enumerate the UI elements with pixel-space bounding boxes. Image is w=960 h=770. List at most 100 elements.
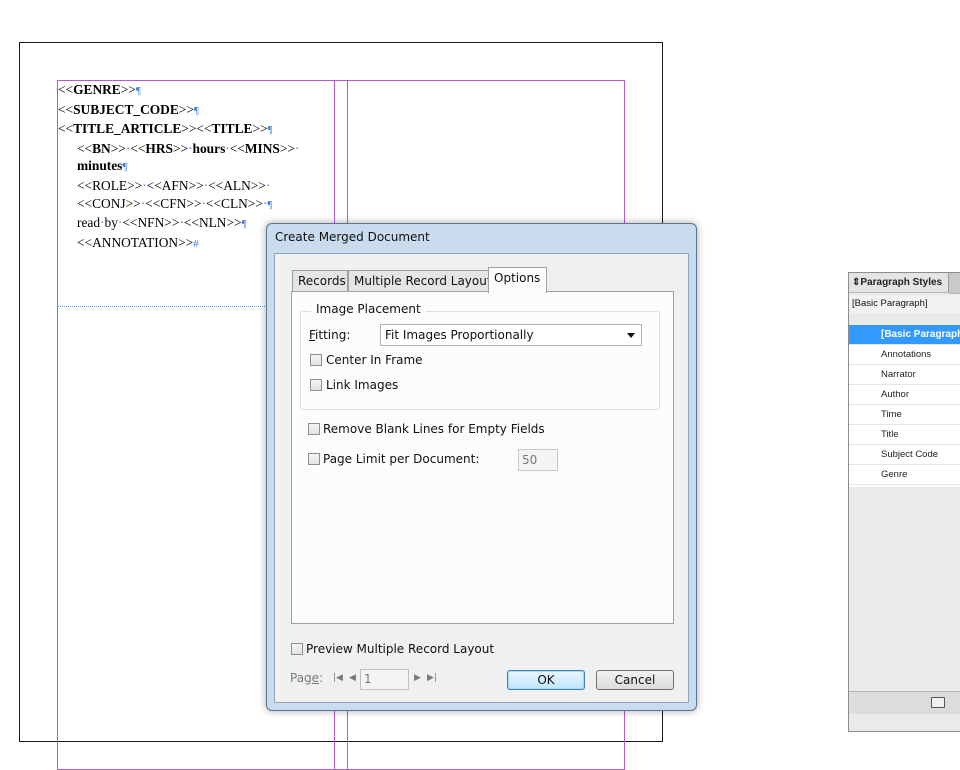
- text-run: MINS: [244, 140, 280, 156]
- panel-footer: [849, 691, 960, 714]
- style-item[interactable]: Author: [849, 385, 960, 405]
- tab-records[interactable]: Records: [292, 270, 348, 292]
- style-item[interactable]: Annotations: [849, 345, 960, 365]
- link-images-label: Link Images: [326, 378, 399, 392]
- text-run: <<ALN>>: [208, 177, 266, 193]
- text-run: >>: [172, 140, 189, 156]
- fitting-select[interactable]: Fit Images Proportionally: [380, 324, 642, 346]
- text-run: >>: [110, 140, 126, 156]
- current-style-label: [Basic Paragraph]: [849, 295, 960, 313]
- pilcrow-marker: ¶: [193, 104, 199, 117]
- folder-icon[interactable]: [931, 697, 945, 708]
- style-item[interactable]: [Basic Paragraph]: [849, 325, 960, 345]
- style-item[interactable]: Time: [849, 405, 960, 425]
- style-item[interactable]: Subject Code: [849, 445, 960, 465]
- pilcrow-marker: ¶: [267, 198, 273, 211]
- text-run: >>: [252, 121, 268, 137]
- panel-title: Paragraph Styles: [860, 277, 943, 288]
- image-placement-group: Image Placement Fitting: Fit Images Prop…: [300, 302, 660, 410]
- text-run: BN: [92, 140, 111, 156]
- text-run: read: [77, 215, 101, 231]
- panel-tabbar: [949, 273, 960, 294]
- text-run: minutes: [77, 158, 123, 174]
- text-run: SUBJECT_CODE: [73, 101, 179, 117]
- space-marker: ·: [265, 177, 271, 193]
- style-list: [Basic Paragraph] Annotations Narrator Auth…: [849, 325, 960, 487]
- text-run: <<: [130, 140, 146, 156]
- options-tab-panel: Image Placement Fitting: Fit Images Prop…: [291, 291, 674, 624]
- text-run: <<: [58, 82, 74, 97]
- page-limit-checkbox[interactable]: [308, 453, 320, 465]
- text-line: <<CONJ>>·<<CFN>>·<<CLN>>·¶: [58, 195, 338, 215]
- dialog-title: Create Merged Document: [275, 230, 430, 244]
- paragraph-styles-panel: ⇕Paragraph Styles [Basic Paragraph] [Bas…: [848, 272, 960, 732]
- center-in-frame-checkbox[interactable]: [310, 354, 322, 366]
- chevron-down-icon: [627, 333, 635, 338]
- text-run: <<: [58, 121, 74, 137]
- text-run: TITLE: [211, 121, 253, 137]
- last-page-icon[interactable]: ▶|: [427, 673, 437, 683]
- text-run: <<: [58, 101, 74, 117]
- page-label-first: Pag: [290, 671, 312, 685]
- text-line: <<ROLE>>·<<AFN>>·<<ALN>>·: [58, 177, 338, 195]
- text-run: GENRE: [73, 82, 121, 97]
- text-run: <<NLN>>: [183, 215, 242, 231]
- text-run: <<CONJ>>: [77, 195, 141, 211]
- previous-page-icon[interactable]: ◀: [349, 673, 356, 683]
- center-in-frame-label: Center In Frame: [326, 353, 423, 367]
- text-line: <<SUBJECT_CODE>>¶: [58, 101, 338, 121]
- text-run: <<: [229, 140, 245, 156]
- style-item[interactable]: Genre: [849, 465, 960, 485]
- pilcrow-marker: ¶: [135, 85, 141, 97]
- text-run: HRS: [145, 140, 173, 156]
- cancel-button[interactable]: Cancel: [596, 670, 674, 690]
- next-page-icon[interactable]: ▶: [414, 673, 421, 683]
- page-limit-label: Page Limit per Document:: [323, 452, 480, 466]
- fitting-label-rest: itting:: [315, 328, 351, 342]
- text-run: <<CLN>>: [205, 195, 263, 211]
- text-run: >>: [279, 140, 295, 156]
- text-run: by: [104, 215, 118, 231]
- text-run: <<ROLE>>: [77, 177, 143, 193]
- remove-blank-lines-checkbox[interactable]: [308, 423, 320, 435]
- end-of-story-marker: #: [193, 237, 199, 250]
- fitting-label: Fitting:: [309, 328, 350, 342]
- style-item[interactable]: Title: [849, 425, 960, 445]
- first-page-icon[interactable]: |◀: [333, 673, 343, 683]
- text-line: minutes¶: [58, 157, 338, 177]
- text-run: hours: [192, 140, 226, 156]
- dialog-body: Records Multiple Record Layout Options I…: [274, 253, 689, 703]
- text-run: <<AFN>>: [146, 177, 204, 193]
- page-limit-input[interactable]: 50: [518, 449, 558, 471]
- preview-multiple-record-checkbox[interactable]: [291, 643, 303, 655]
- page-label: Page:: [290, 671, 323, 685]
- pilcrow-marker: ¶: [267, 124, 273, 137]
- create-merged-document-dialog: Create Merged Document Records Multiple …: [266, 223, 697, 711]
- text-line: <<TITLE_ARTICLE>><<TITLE>>¶: [58, 120, 338, 140]
- pilcrow-marker: ¶: [122, 161, 128, 174]
- text-line: <<BN>>·<<HRS>>·hours·<<MINS>>·: [58, 140, 338, 158]
- text-run: <<: [77, 140, 93, 156]
- ok-button[interactable]: OK: [507, 670, 585, 690]
- tab-multiple-record-layout[interactable]: Multiple Record Layout: [348, 270, 492, 292]
- fitting-select-value: Fit Images Proportionally: [385, 328, 534, 342]
- page-label-rest: :: [319, 671, 324, 685]
- space-marker: ·: [294, 140, 300, 156]
- link-images-checkbox[interactable]: [310, 379, 322, 391]
- text-run: <<ANNOTATION>>: [77, 234, 194, 250]
- text-run: <<CFN>>: [145, 195, 202, 211]
- text-run: >>: [120, 82, 136, 97]
- preview-multiple-record-label: Preview Multiple Record Layout: [306, 642, 495, 656]
- text-run: >><<: [181, 121, 212, 137]
- style-item[interactable]: Narrator: [849, 365, 960, 385]
- page-number-input[interactable]: 1: [360, 669, 409, 690]
- image-placement-label: Image Placement: [311, 302, 426, 316]
- text-run: >>: [178, 101, 194, 117]
- pilcrow-marker: ¶: [241, 218, 247, 231]
- tab-options[interactable]: Options: [488, 267, 547, 293]
- panel-tab-paragraph-styles[interactable]: ⇕Paragraph Styles: [849, 273, 949, 293]
- page-label-accel: e: [311, 671, 320, 685]
- remove-blank-lines-label: Remove Blank Lines for Empty Fields: [323, 422, 545, 436]
- text-run: TITLE_ARTICLE: [73, 121, 182, 137]
- text-run: <<NFN>>: [122, 215, 180, 231]
